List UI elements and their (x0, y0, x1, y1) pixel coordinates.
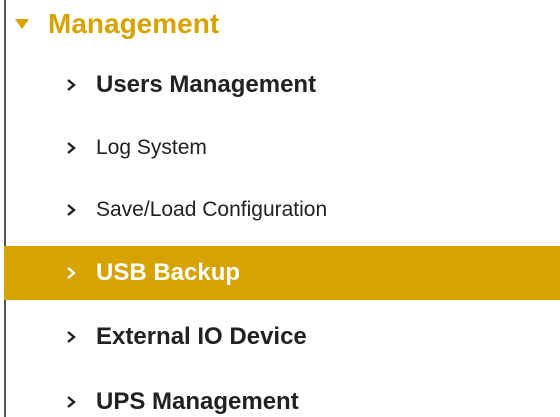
triangle-down-icon (12, 18, 32, 30)
menu-item-save-load-configuration[interactable]: Save/Load Configuration (4, 183, 560, 237)
menu-item-label: Log System (96, 136, 207, 159)
menu-item-log-system[interactable]: Log System (4, 121, 560, 175)
menu-item-usb-backup[interactable]: USB Backup (4, 246, 560, 300)
menu-item-label: Users Management (96, 71, 317, 98)
menu-item-label: External IO Device (96, 323, 307, 350)
menu-item-external-io-device[interactable]: External IO Device (4, 310, 560, 364)
chevron-right-icon (66, 79, 82, 91)
chevron-right-icon (66, 331, 82, 343)
menu-item-label: Save/Load Configuration (96, 198, 328, 221)
chevron-right-icon (66, 267, 82, 279)
chevron-right-icon (66, 142, 82, 154)
chevron-right-icon (66, 396, 82, 408)
management-section-header[interactable]: Management (4, 0, 560, 48)
menu-item-label: USB Backup (96, 259, 241, 286)
chevron-right-icon (66, 204, 82, 216)
management-menu: Management Users Management Log System S… (0, 0, 560, 417)
section-title: Management (48, 8, 220, 39)
menu-item-ups-management[interactable]: UPS Management (4, 375, 560, 417)
menu-item-users-management[interactable]: Users Management (4, 58, 560, 112)
menu-item-label: UPS Management (96, 388, 299, 415)
